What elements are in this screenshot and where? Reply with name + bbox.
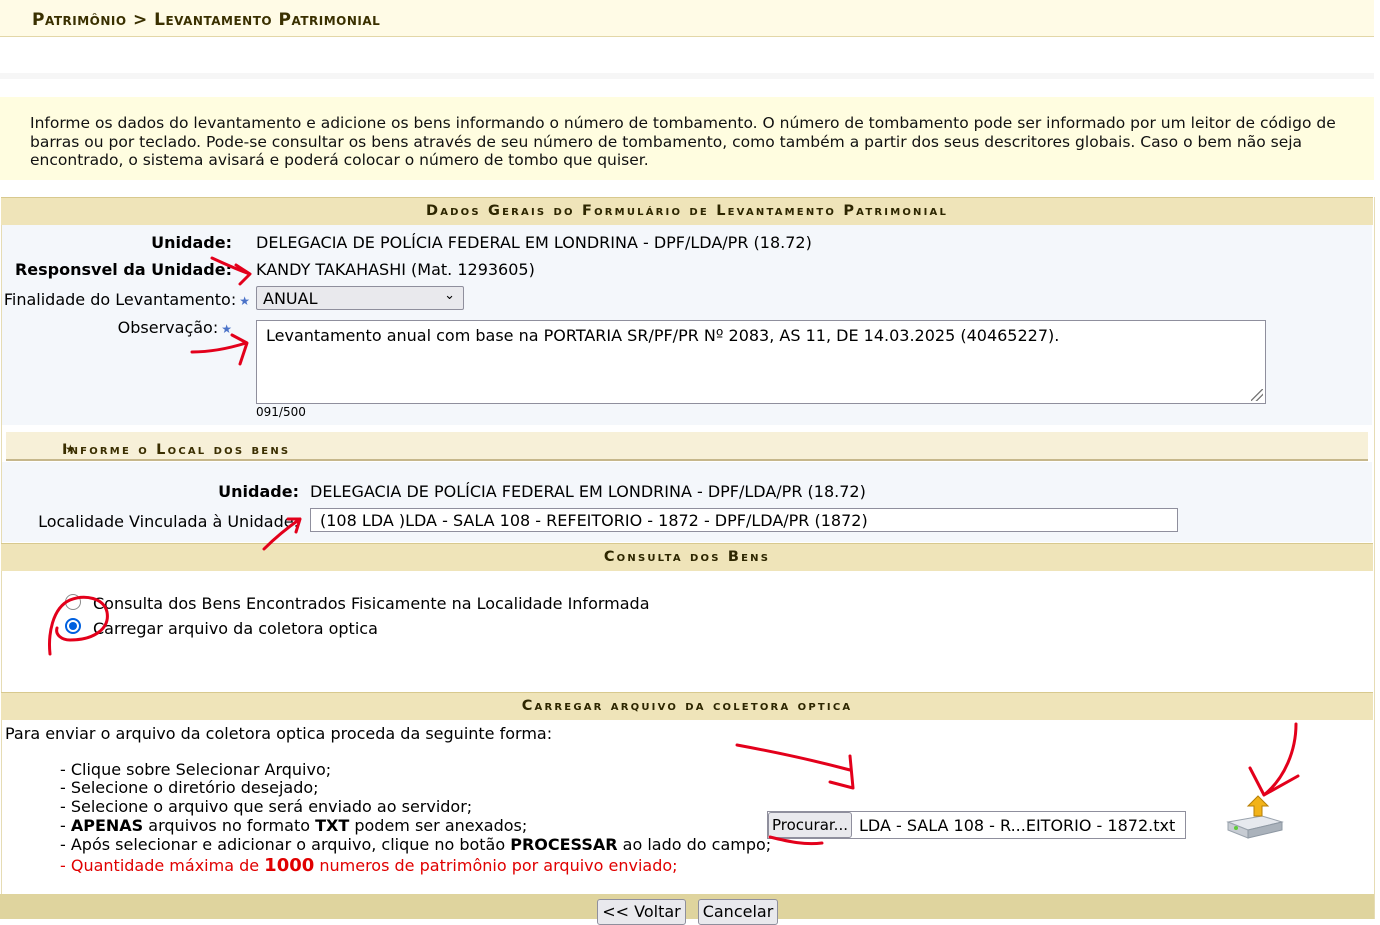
- annotation-arrow: [190, 333, 249, 366]
- annotation-underline: [768, 835, 824, 846]
- annotation-arrow: [1248, 722, 1300, 797]
- annotation-arrow: [262, 517, 302, 551]
- annotation-circle: [48, 595, 109, 656]
- annotation-arrow: [735, 743, 855, 790]
- annotation-arrow: [210, 256, 252, 286]
- annotation-layer: [48, 256, 1300, 846]
